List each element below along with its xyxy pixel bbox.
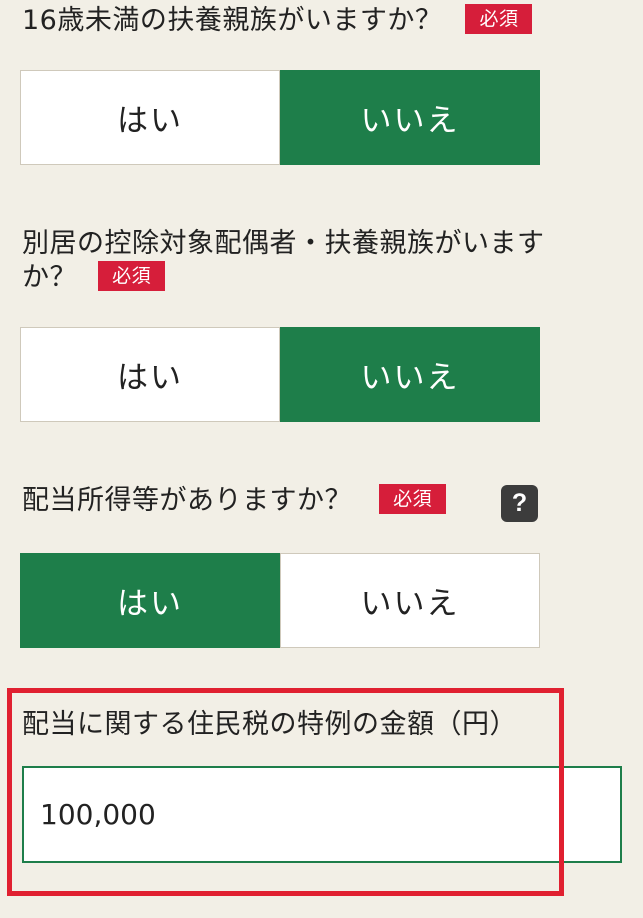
toggle-under16-dependents: はい いいえ	[20, 70, 540, 165]
toggle-dividend-income: はい いいえ	[20, 553, 540, 648]
yes-button[interactable]: はい	[20, 327, 280, 422]
required-badge: 必須	[98, 260, 166, 291]
question-separate-dependents: 別居の控除対象配偶者・扶養親族がいます か？ 必須	[22, 227, 545, 295]
yes-button[interactable]: はい	[20, 553, 280, 648]
question-label-line2: か？	[22, 262, 77, 293]
question-mark-icon[interactable]: ?	[501, 485, 538, 522]
yes-button[interactable]: はい	[20, 70, 280, 165]
no-button[interactable]: いいえ	[280, 327, 540, 422]
no-button[interactable]: いいえ	[280, 70, 540, 165]
required-badge: 必須	[379, 483, 447, 514]
toggle-separate-dependents: はい いいえ	[20, 327, 540, 422]
question-dividend-income: 配当所得等がありますか？ 必須	[22, 483, 447, 518]
highlight-box	[7, 688, 564, 896]
no-button[interactable]: いいえ	[280, 553, 540, 648]
question-under16-dependents: 16歳未満の扶養親族がいますか？ 必須	[22, 3, 533, 38]
question-label-line1: 別居の控除対象配偶者・扶養親族がいます	[22, 228, 545, 259]
required-badge: 必須	[465, 3, 533, 34]
question-label: 16歳未満の扶養親族がいますか？	[22, 5, 443, 36]
question-label: 配当所得等がありますか？	[22, 485, 352, 516]
